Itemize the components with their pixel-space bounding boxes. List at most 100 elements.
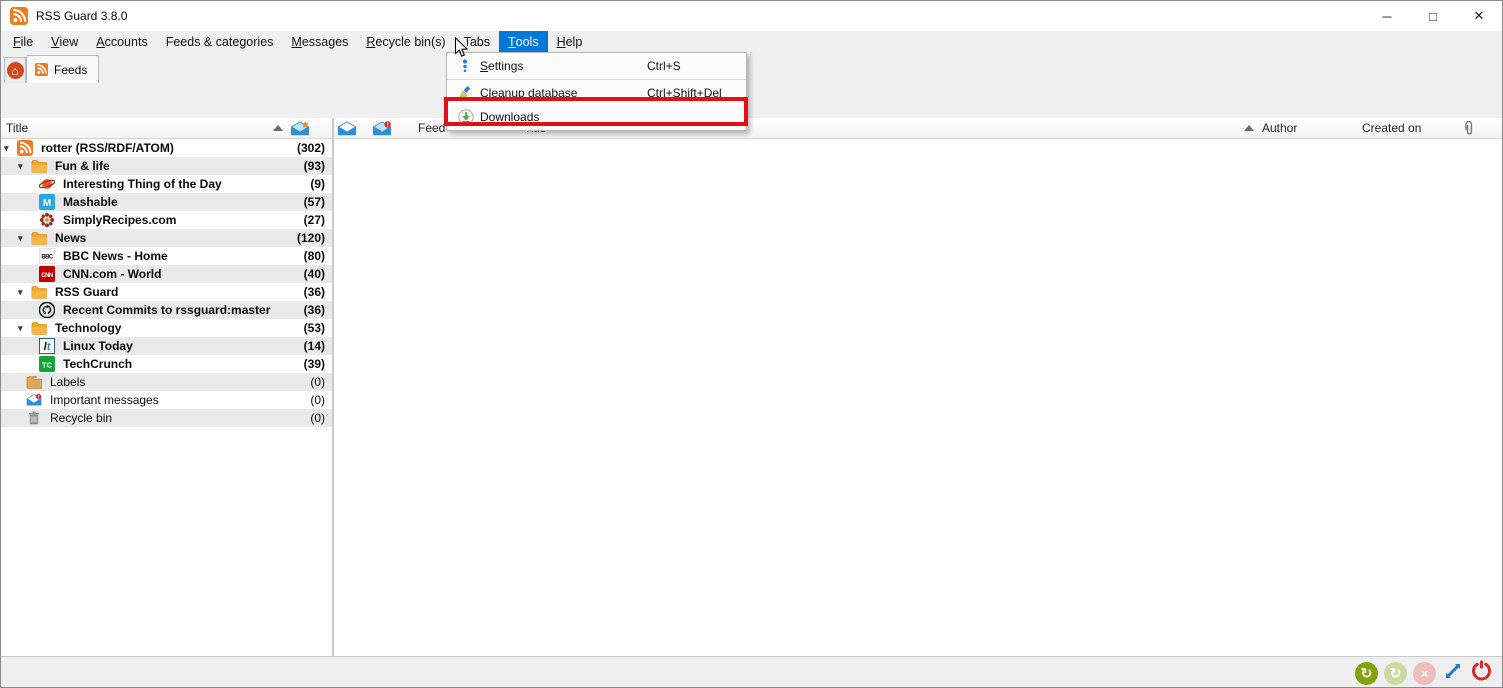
- menu-separator: [447, 79, 746, 80]
- maximize-icon: □: [1429, 9, 1437, 24]
- sort-ascending-icon[interactable]: [273, 118, 283, 138]
- feed-label: Fun & life: [55, 159, 110, 173]
- read-status-column-header[interactable]: [337, 121, 357, 136]
- feed-label: TechCrunch: [63, 357, 132, 371]
- menu-item-label: Settings: [480, 59, 523, 73]
- update-selected-feeds-status-button[interactable]: ↻: [1384, 662, 1407, 685]
- menu-help[interactable]: Help: [548, 31, 592, 53]
- menu-feeds-categories[interactable]: Feeds & categories: [157, 31, 283, 53]
- menu-item-settings[interactable]: Settings Ctrl+S: [447, 54, 746, 78]
- feed-row[interactable]: Interesting Thing of the Day(9): [1, 175, 332, 193]
- tab-feeds[interactable]: Feeds: [26, 55, 99, 83]
- expand-arrow-icon[interactable]: ▾: [18, 162, 31, 171]
- feed-label: BBC News - Home: [63, 249, 168, 263]
- labels-icon: [26, 374, 42, 390]
- feed-label: RSS Guard: [55, 285, 118, 299]
- paperclip-icon: [1462, 120, 1475, 140]
- folder-icon: [31, 284, 47, 300]
- maximize-button[interactable]: □: [1410, 1, 1456, 31]
- author-column-header[interactable]: Author: [1262, 118, 1297, 138]
- feed-row[interactable]: CNN CNN.com - World (40): [1, 265, 332, 283]
- feed-count: (39): [304, 357, 325, 371]
- annotation-highlight-rect: [444, 97, 748, 126]
- feed-row[interactable]: ltLinux Today(14): [1, 337, 332, 355]
- menu-tools[interactable]: Tools: [499, 31, 548, 53]
- feed-count: (27): [304, 213, 325, 227]
- menu-recycle-bin-s-[interactable]: Recycle bin(s): [357, 31, 454, 53]
- rss-icon: [17, 140, 33, 156]
- counts-column-header[interactable]: [290, 121, 310, 136]
- menubar: FileViewAccountsFeeds & categoriesMessag…: [1, 31, 1502, 53]
- created-on-column-header[interactable]: Created on: [1362, 118, 1421, 138]
- folder-icon: [31, 320, 47, 336]
- feed-row[interactable]: Labels(0): [1, 373, 332, 391]
- svg-text:BBC: BBC: [41, 255, 53, 261]
- svg-text:CNN: CNN: [41, 273, 53, 279]
- feed-count: (14): [304, 339, 325, 353]
- close-button[interactable]: ✕: [1456, 1, 1502, 31]
- menu-file[interactable]: File: [4, 31, 42, 53]
- toolbar: ↻ ×: [1, 83, 1502, 118]
- feed-row[interactable]: ▾ RSS Guard (36): [1, 283, 332, 301]
- expand-arrow-icon[interactable]: ▾: [18, 288, 31, 297]
- sort-ascending-icon[interactable]: [1244, 118, 1254, 138]
- menu-messages[interactable]: Messages: [282, 31, 357, 53]
- folder-icon: [31, 158, 47, 174]
- tabbar: ⌂ Feeds: [1, 53, 1502, 83]
- feed-row[interactable]: ▾Technology(53): [1, 319, 332, 337]
- expand-arrow-icon[interactable]: ▾: [18, 324, 31, 333]
- feed-label: Technology: [55, 321, 121, 335]
- feed-label: Recycle bin: [50, 411, 112, 425]
- window-title: RSS Guard 3.8.0: [36, 9, 127, 23]
- feed-row[interactable]: M Mashable (57): [1, 193, 332, 211]
- menu-accounts[interactable]: Accounts: [87, 31, 156, 53]
- svg-text:M: M: [43, 198, 51, 209]
- minimize-button[interactable]: ─: [1364, 1, 1410, 31]
- feed-count: (36): [304, 285, 325, 299]
- settings-icon: [458, 58, 474, 74]
- feed-count: (120): [297, 231, 325, 245]
- tab-feeds-label: Feeds: [54, 63, 87, 77]
- feed-row[interactable]: Important messages(0): [1, 391, 332, 409]
- stop-update-status-button[interactable]: ×: [1413, 662, 1436, 685]
- feed-row[interactable]: ▾ News (120): [1, 229, 332, 247]
- importance-column-header[interactable]: [372, 121, 392, 136]
- menu-item-shortcut: Ctrl+S: [647, 59, 681, 73]
- feed-row[interactable]: TC TechCrunch (39): [1, 355, 332, 373]
- power-icon: [1470, 669, 1493, 686]
- statusbar: ↻ ↻ ×: [1, 656, 1502, 688]
- feed-row[interactable]: ▾Fun & life(93): [1, 157, 332, 175]
- feed-title-column-header[interactable]: Title: [6, 118, 28, 138]
- feed-row[interactable]: BBC BBC News - Home (80): [1, 247, 332, 265]
- attachment-column-header[interactable]: [1462, 120, 1475, 140]
- feed-row[interactable]: SimplyRecipes.com(27): [1, 211, 332, 229]
- feed-row[interactable]: Recent Commits to rssguard:master(36): [1, 301, 332, 319]
- feed-count: (40): [304, 267, 325, 281]
- feed-label: rotter (RSS/RDF/ATOM): [41, 141, 174, 155]
- menu-view[interactable]: View: [42, 31, 87, 53]
- update-all-feeds-status-button[interactable]: ↻: [1355, 662, 1378, 685]
- feed-count: (0): [310, 393, 325, 407]
- mashable-icon: M: [39, 194, 55, 210]
- feed-row[interactable]: Recycle bin (0): [1, 409, 332, 427]
- feed-column-header[interactable]: Feed: [418, 118, 445, 138]
- feed-row[interactable]: ▾rotter (RSS/RDF/ATOM)(302): [1, 139, 332, 157]
- stop-x-icon: ×: [1413, 662, 1436, 685]
- feed-label: News: [55, 231, 86, 245]
- quit-button[interactable]: [1470, 659, 1493, 687]
- home-tab[interactable]: ⌂: [4, 57, 26, 83]
- linuxtoday-icon: lt: [39, 338, 55, 354]
- close-icon: ✕: [1474, 8, 1485, 24]
- feed-count: (80): [304, 249, 325, 263]
- message-list-area[interactable]: [334, 139, 1503, 656]
- fullscreen-button[interactable]: [1442, 660, 1464, 687]
- feed-label: CNN.com - World: [63, 267, 161, 281]
- important-icon: [26, 392, 42, 408]
- feed-label: Mashable: [63, 195, 118, 209]
- expand-arrow-icon[interactable]: ▾: [18, 234, 31, 243]
- expand-arrow-icon[interactable]: ▾: [4, 144, 17, 153]
- svg-text:TC: TC: [42, 361, 53, 370]
- feed-count: (57): [304, 195, 325, 209]
- feed-count: (0): [310, 375, 325, 389]
- feed-count: (0): [310, 411, 325, 425]
